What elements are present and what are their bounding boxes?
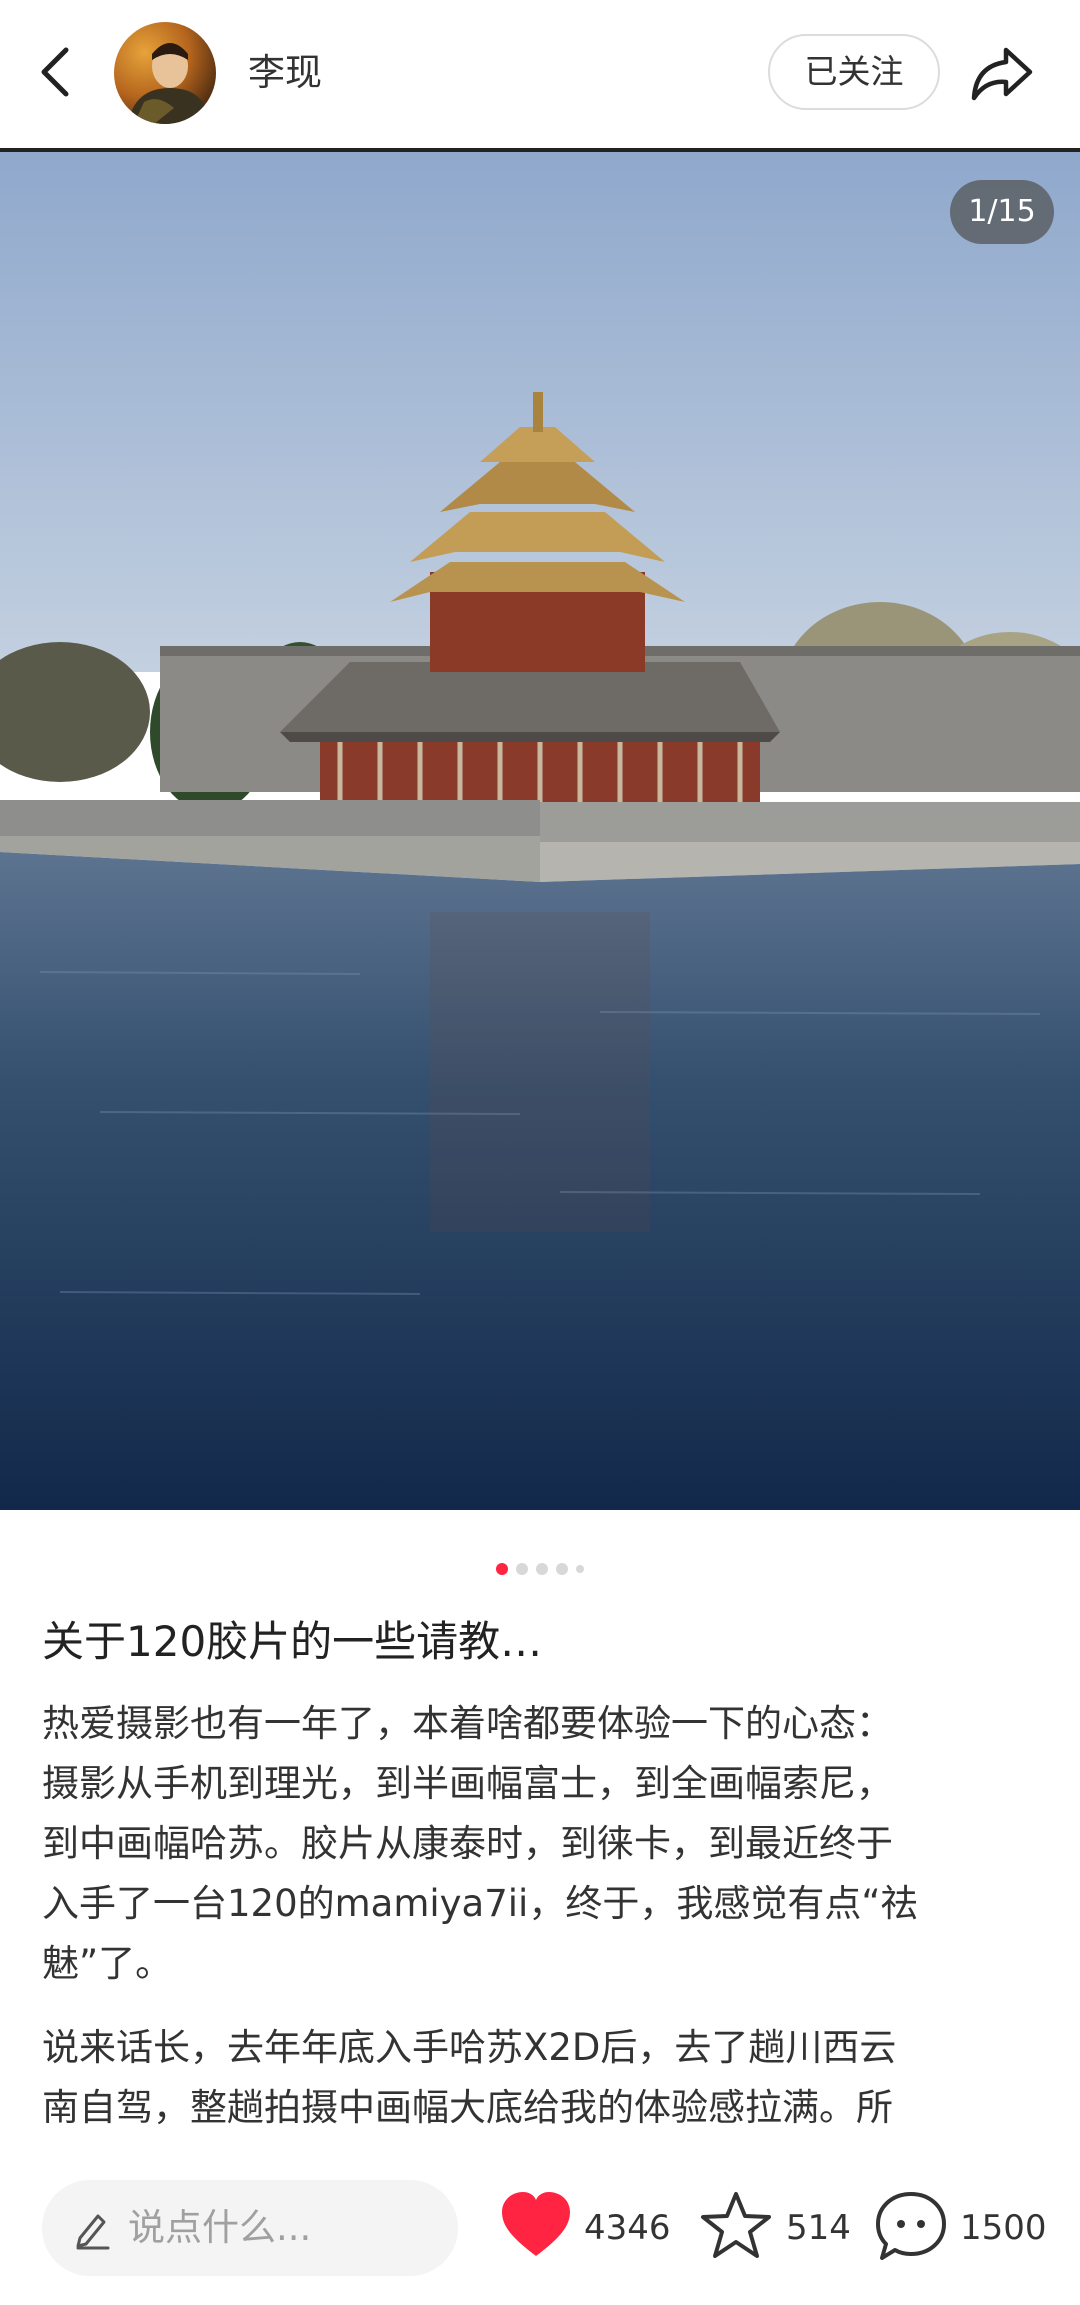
top-nav-bar: 李现 已关注 xyxy=(0,0,1080,148)
like-count: 4346 xyxy=(584,2208,671,2248)
collect-count: 514 xyxy=(786,2208,851,2248)
pen-icon xyxy=(76,2214,110,2250)
heart-icon xyxy=(502,2192,570,2256)
carousel-dot[interactable] xyxy=(576,1564,584,1573)
carousel-dot-active[interactable] xyxy=(496,1562,508,1575)
post-paragraph: 热爱摄影也有一年了，本着啥都要体验一下的心态： 摄影从手机到理光，到半画幅富士，… xyxy=(42,1702,918,1985)
comment-count: 1500 xyxy=(960,2208,1047,2248)
share-button[interactable] xyxy=(966,38,1038,110)
back-icon xyxy=(41,47,69,97)
carousel-dots xyxy=(0,1558,1080,1575)
follow-button[interactable]: 已关注 xyxy=(768,34,940,110)
post-title: 关于120胶片的一些请教… xyxy=(42,1617,543,1666)
share-icon xyxy=(971,47,1033,101)
carousel-dot[interactable] xyxy=(556,1562,568,1575)
content-fade xyxy=(0,2128,1080,2164)
post-photo[interactable] xyxy=(0,152,1080,1510)
back-button[interactable] xyxy=(28,36,84,108)
carousel-dot[interactable] xyxy=(536,1562,548,1575)
bottom-action-bar: 说点什么... 4346 514 1500 xyxy=(0,2160,1080,2305)
post-detail-page: 李现 已关注 1/15 关于120胶片的一些请教… 热爱摄影也有一年了，本着啥都… xyxy=(0,0,1080,2305)
author-name[interactable]: 李现 xyxy=(248,48,322,98)
comment-input[interactable]: 说点什么... xyxy=(42,2180,458,2276)
carousel-dot[interactable] xyxy=(516,1562,528,1575)
image-page-counter: 1/15 xyxy=(950,180,1054,244)
comment-placeholder: 说点什么... xyxy=(128,2206,312,2249)
comment-bubble-icon xyxy=(876,2192,946,2260)
star-icon xyxy=(701,2192,771,2258)
author-avatar[interactable] xyxy=(114,22,216,124)
